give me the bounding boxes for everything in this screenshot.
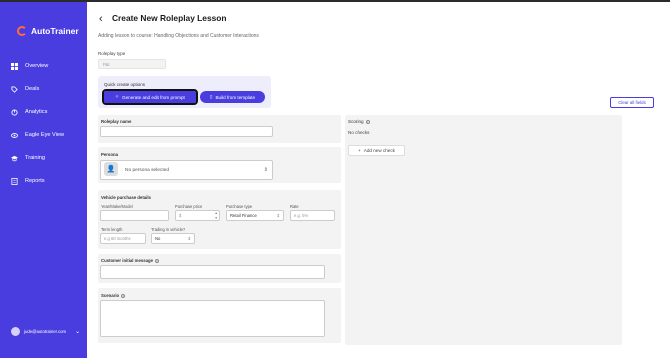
- quick-create-label: Quick create options: [104, 82, 146, 87]
- roleplay-type-field[interactable]: F&I: [98, 59, 166, 69]
- scoring-title-text: Scoring: [348, 119, 364, 124]
- grid-icon: [11, 62, 18, 70]
- template-button-label: Build from template: [215, 94, 256, 100]
- select-arrows-icon: ⇕: [263, 167, 268, 173]
- page-subtitle: Adding lesson to course: Handling Object…: [98, 33, 259, 39]
- page-title: Create New Roleplay Lesson: [112, 13, 227, 23]
- info-icon[interactable]: i: [121, 293, 126, 298]
- user-menu[interactable]: jude@autotrainer.com ⌄: [11, 327, 80, 336]
- add-new-check-button[interactable]: + Add new check: [348, 145, 405, 156]
- roleplay-name-label: Roleplay name: [101, 119, 132, 124]
- info-icon[interactable]: i: [365, 119, 370, 124]
- chevron-left-icon: ‹: [99, 13, 103, 25]
- generate-from-prompt-button[interactable]: ✧ Generate and edit from prompt: [102, 89, 198, 105]
- graduation-icon: [11, 155, 18, 161]
- sidebar-item-reports[interactable]: Reports: [11, 175, 45, 187]
- sidebar-item-label: Reports: [25, 178, 45, 184]
- sidebar-item-label: Analytics: [25, 109, 48, 115]
- roleplay-type-label: Roleplay type: [98, 51, 126, 56]
- price-placeholder: $: [179, 213, 182, 218]
- sidebar-item-analytics[interactable]: Analytics: [11, 106, 47, 118]
- scenario-label: Scenario i: [101, 293, 126, 298]
- term-length-label: Term length: [101, 227, 123, 232]
- sidebar: AutoTrainer Overview Deals Analytics Eag…: [0, 2, 87, 358]
- document-icon: ▯: [209, 94, 213, 99]
- tag-icon: [11, 85, 18, 93]
- no-checks-text: No checks: [348, 130, 370, 135]
- sidebar-item-label: Training: [25, 155, 46, 161]
- select-arrows-icon: ⇕: [187, 236, 191, 241]
- logo-icon: [17, 26, 27, 36]
- sidebar-item-label: Deals: [25, 86, 40, 92]
- build-from-template-button[interactable]: ▯ Build from template: [200, 91, 265, 103]
- scenario-label-text: Scenario: [101, 293, 120, 298]
- analytics-icon: [11, 108, 18, 116]
- persona-label: Persona: [101, 152, 118, 157]
- sidebar-item-eagle-eye-view[interactable]: Eagle Eye View: [11, 129, 64, 141]
- purchase-type-select[interactable]: Retail Finance ⇕: [226, 210, 284, 221]
- purchase-type-label: Purchase type: [226, 204, 253, 209]
- info-icon[interactable]: i: [155, 258, 160, 263]
- vehicle-details-label: Vehicle purchase details: [101, 195, 151, 200]
- sparkle-icon: ✧: [115, 94, 120, 99]
- term-length-input[interactable]: e.g 60 months: [100, 233, 146, 244]
- trading-in-label: Trading in vehicle?: [151, 227, 186, 232]
- eye-icon: [11, 132, 18, 138]
- person-icon: 👤: [104, 162, 118, 176]
- generate-button-label: Generate and edit from prompt: [122, 94, 185, 100]
- purchase-price-input[interactable]: $ ▴ ▾: [175, 210, 220, 221]
- chevron-down-icon: ⌄: [75, 329, 81, 335]
- report-icon: [11, 177, 18, 185]
- sidebar-item-training[interactable]: Training: [11, 152, 45, 164]
- trading-in-value: No: [155, 236, 161, 241]
- persona-select[interactable]: No persona selected ⇕: [100, 160, 273, 180]
- avatar: [11, 327, 20, 336]
- sidebar-item-overview[interactable]: Overview: [11, 60, 48, 72]
- app-name: AutoTrainer: [31, 26, 79, 36]
- initial-message-input[interactable]: [100, 265, 325, 279]
- window-top-bar: [0, 0, 670, 2]
- ymm-input[interactable]: [100, 210, 169, 221]
- sidebar-item-label: Overview: [25, 63, 49, 69]
- app-logo[interactable]: AutoTrainer: [17, 26, 79, 36]
- rate-input[interactable]: e.g. 5%: [290, 210, 335, 221]
- back-button[interactable]: ‹: [99, 13, 103, 25]
- trading-in-select[interactable]: No ⇕: [151, 233, 195, 244]
- scoring-title: Scoring i: [348, 119, 370, 124]
- sidebar-item-label: Eagle Eye View: [25, 132, 65, 138]
- user-email: jude@autotrainer.com: [24, 329, 67, 334]
- rate-label: Rate: [290, 204, 299, 209]
- stepper-icon[interactable]: ▴ ▾: [215, 211, 217, 220]
- roleplay-name-input[interactable]: [100, 126, 273, 137]
- select-arrows-icon: ⇕: [276, 213, 280, 218]
- purchase-type-value: Retail Finance: [230, 213, 257, 218]
- term-placeholder: e.g 60 months: [104, 236, 131, 241]
- purchase-price-label: Purchase price: [175, 204, 203, 209]
- clear-all-fields-button[interactable]: Clear all fields: [610, 97, 654, 108]
- initial-message-label: Customer initial message i: [101, 258, 160, 263]
- plus-icon: +: [358, 148, 361, 153]
- sidebar-item-deals[interactable]: Deals: [11, 83, 39, 95]
- persona-value: No persona selected: [125, 167, 169, 173]
- scenario-textarea[interactable]: [100, 300, 325, 337]
- add-check-label: Add new check: [363, 148, 395, 153]
- rate-placeholder: e.g. 5%: [294, 213, 309, 218]
- initial-message-label-text: Customer initial message: [101, 258, 154, 263]
- ymm-label: Year/Make/Model: [101, 204, 133, 209]
